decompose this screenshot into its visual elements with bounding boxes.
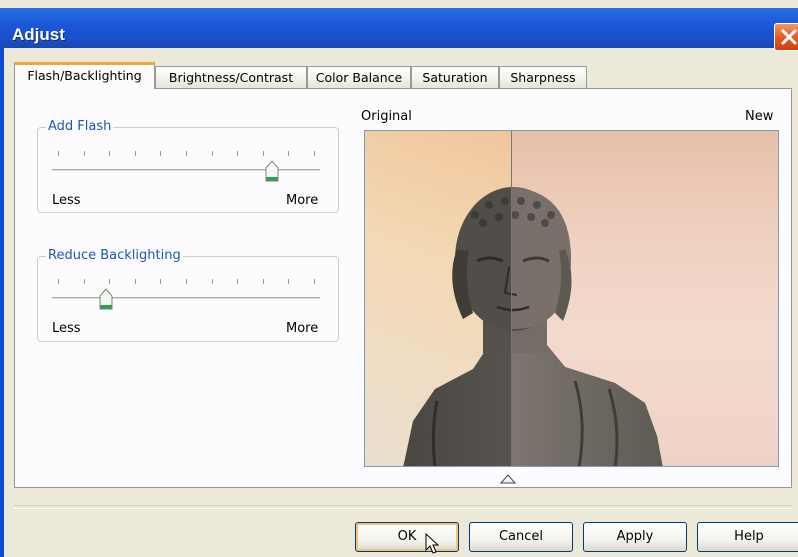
close-button[interactable] xyxy=(774,23,798,51)
slider-tick xyxy=(58,279,59,284)
original-label: Original xyxy=(361,109,412,124)
tab-label: Brightness/Contrast xyxy=(168,70,294,85)
reduce-backlighting-min-label: Less xyxy=(52,321,81,336)
help-button[interactable]: Help xyxy=(697,522,798,552)
slider-tick xyxy=(237,151,239,156)
title-bar[interactable]: Adjust xyxy=(0,8,798,51)
split-divider[interactable] xyxy=(511,131,512,466)
ok-button-label: OK xyxy=(397,529,417,544)
slider-tick xyxy=(262,151,264,156)
add-flash-max-label: More xyxy=(286,193,319,208)
help-button-label: Help xyxy=(734,529,764,544)
slider-tick xyxy=(109,151,111,156)
apply-button[interactable]: Apply xyxy=(583,522,687,552)
add-flash-label: Add Flash xyxy=(46,119,114,134)
slider-tick xyxy=(109,279,111,284)
slider-tick xyxy=(288,151,290,156)
adjust-dialog: Adjust Flash/Backlighting Brightness/Con… xyxy=(0,0,798,557)
ok-button[interactable]: OK xyxy=(355,522,459,552)
tab-label: Sharpness xyxy=(510,70,576,85)
reduce-backlighting-track[interactable] xyxy=(52,297,320,300)
cancel-button[interactable]: Cancel xyxy=(469,522,573,552)
tab-saturation[interactable]: Saturation xyxy=(411,66,499,88)
slider-tick xyxy=(134,279,136,284)
add-flash-track[interactable] xyxy=(52,169,320,172)
window-title: Adjust xyxy=(12,25,65,44)
reduce-backlighting-max-label: More xyxy=(286,321,319,336)
window-frame xyxy=(0,48,4,557)
slider-tick xyxy=(83,279,85,284)
triangle-marker-icon[interactable] xyxy=(500,474,516,484)
slider-tick xyxy=(160,279,162,284)
slider-tick xyxy=(211,279,213,284)
slider-tick xyxy=(58,151,59,156)
slider-tick xyxy=(314,279,315,284)
slider-tick xyxy=(186,151,187,156)
slider-tick xyxy=(262,279,264,284)
tab-label: Flash/Backlighting xyxy=(27,68,142,83)
add-flash-slider-thumb[interactable] xyxy=(265,160,279,182)
slider-tick xyxy=(83,151,85,156)
slider-tick xyxy=(237,279,239,284)
buddha-statue-image xyxy=(403,187,663,466)
cancel-button-label: Cancel xyxy=(498,529,544,544)
separator xyxy=(14,505,792,509)
preview-image xyxy=(364,130,779,467)
close-x-icon xyxy=(781,29,797,45)
tab-label: Color Balance xyxy=(315,70,403,85)
reduce-backlighting-label: Reduce Backlighting xyxy=(46,248,183,263)
new-label: New xyxy=(745,109,774,124)
apply-button-label: Apply xyxy=(616,529,654,544)
tab-brightness-contrast[interactable]: Brightness/Contrast xyxy=(155,66,307,88)
slider-tick xyxy=(314,151,315,156)
slider-tick xyxy=(134,151,136,156)
slider-tick xyxy=(186,279,187,284)
tab-flash-backlighting[interactable]: Flash/Backlighting xyxy=(14,62,155,89)
slider-tick xyxy=(160,151,162,156)
reduce-backlighting-slider-thumb[interactable] xyxy=(99,288,113,310)
mouse-pointer-icon xyxy=(425,533,439,554)
add-flash-min-label: Less xyxy=(52,193,81,208)
slider-tick xyxy=(211,151,213,156)
tab-color-balance[interactable]: Color Balance xyxy=(307,66,411,88)
tab-label: Saturation xyxy=(422,70,488,85)
slider-tick xyxy=(288,279,290,284)
tab-sharpness[interactable]: Sharpness xyxy=(499,66,587,88)
